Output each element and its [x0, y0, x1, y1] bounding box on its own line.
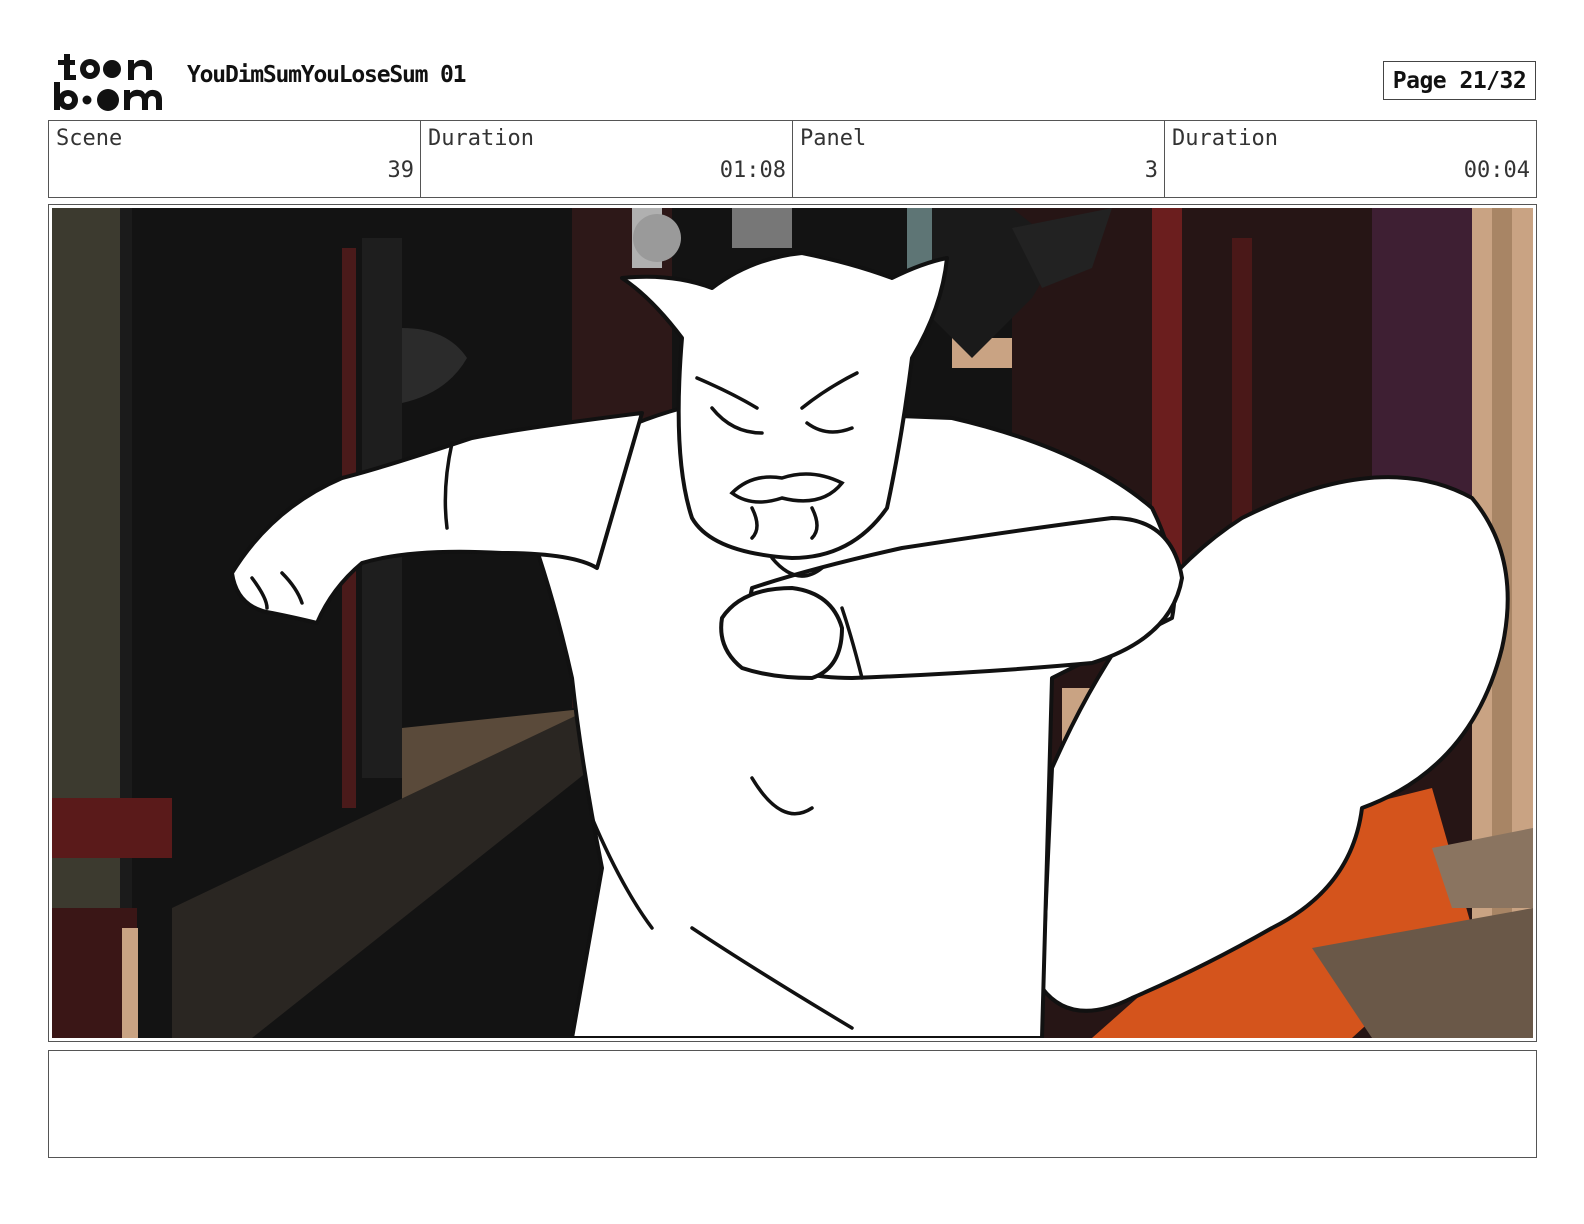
panel-label: Panel [800, 126, 867, 151]
scene-label: Scene [56, 126, 123, 151]
scene-duration-value: 01:08 [719, 158, 786, 183]
storyboard-panel-image [52, 208, 1533, 1038]
scene-value: 39 [387, 158, 415, 183]
panel-duration-cell: Duration 00:04 [1165, 121, 1536, 197]
panel-duration-value: 00:04 [1463, 158, 1530, 183]
toon-boom-logo [54, 54, 162, 111]
panel-cell: Panel 3 [793, 121, 1165, 197]
panel-duration-label: Duration [1172, 126, 1278, 151]
project-title: YouDimSumYouLoseSum 01 [187, 62, 466, 88]
scene-duration-label: Duration [428, 126, 534, 151]
page-indicator: Page 21/32 [1383, 61, 1536, 100]
scene-info-row: Scene 39 Duration 01:08 Panel 3 Duration… [48, 120, 1537, 198]
scene-cell: Scene 39 [49, 121, 421, 197]
panel-value: 3 [1144, 158, 1158, 183]
scene-duration-cell: Duration 01:08 [421, 121, 793, 197]
panel-notes-box [48, 1050, 1537, 1158]
